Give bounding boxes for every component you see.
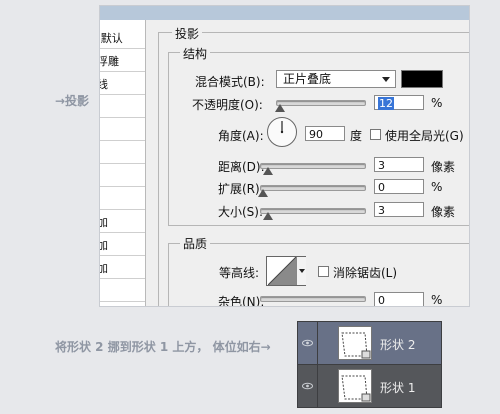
- layer-thumbnail: [338, 326, 372, 360]
- style-list-item[interactable]: 叠加: [100, 210, 145, 233]
- spread-slider-track[interactable]: [260, 185, 366, 191]
- style-list-item[interactable]: 光: [100, 164, 145, 187]
- shadow-color-swatch[interactable]: [401, 70, 443, 88]
- global-light-label: 使用全局光(G): [385, 129, 464, 143]
- shape-vector-icon: [341, 375, 371, 402]
- contour-label: 等高线:: [219, 266, 260, 280]
- visibility-toggle[interactable]: [298, 365, 318, 407]
- chevron-down-icon: [299, 269, 305, 273]
- layer-style-dialog: 面:默认 和浮雕 高线 理 影 光 叠加 叠加 叠加 投影 结构 混合模式(B)…: [100, 6, 469, 306]
- contour-dropdown[interactable]: [296, 257, 306, 285]
- layer-thumbnail: [338, 369, 372, 403]
- opacity-value: 12: [378, 97, 394, 110]
- spread-label: 扩展(R):: [218, 182, 264, 196]
- style-list-item[interactable]: [100, 118, 145, 141]
- style-list-item[interactable]: 理: [100, 95, 145, 118]
- opacity-label: 不透明度(O):: [192, 98, 263, 112]
- distance-label: 距离(D):: [218, 160, 265, 174]
- global-light-checkbox[interactable]: [370, 129, 381, 140]
- size-label: 大小(S):: [218, 205, 264, 219]
- angle-input[interactable]: 90: [305, 126, 345, 141]
- noise-slider-track[interactable]: [260, 296, 366, 302]
- style-list-item[interactable]: 面:默认: [100, 26, 145, 49]
- drop-shadow-title: 投影: [172, 25, 203, 42]
- style-list: 面:默认 和浮雕 高线 理 影 光 叠加 叠加 叠加: [100, 20, 146, 306]
- opacity-unit: %: [431, 96, 443, 110]
- style-list-item[interactable]: 影: [100, 141, 145, 164]
- distance-slider-track[interactable]: [260, 163, 366, 169]
- angle-unit: 度: [350, 129, 363, 143]
- distance-slider-thumb[interactable]: [263, 167, 273, 175]
- chevron-down-icon: [382, 77, 390, 82]
- distance-unit: 像素: [431, 160, 456, 174]
- antialias-checkbox[interactable]: [318, 266, 329, 277]
- eye-icon: [302, 339, 313, 347]
- style-list-item[interactable]: 叠加: [100, 256, 145, 279]
- style-list-item[interactable]: [100, 279, 145, 302]
- layers-panel: 形状 2 形状 1: [298, 322, 441, 407]
- angle-dial-icon: [267, 117, 297, 147]
- size-unit: 像素: [431, 205, 456, 219]
- angle-label: 角度(A):: [218, 129, 264, 143]
- size-input[interactable]: 3: [374, 202, 424, 217]
- layer-row-shape-1[interactable]: 形状 1: [298, 365, 441, 407]
- distance-input[interactable]: 3: [374, 157, 424, 172]
- angle-dial[interactable]: [266, 116, 298, 148]
- structure-legend: 结构: [180, 45, 211, 62]
- opacity-slider-thumb[interactable]: [275, 104, 285, 112]
- size-slider-thumb[interactable]: [263, 212, 273, 220]
- quality-legend: 品质: [180, 235, 211, 252]
- contour-curve-icon: [268, 257, 297, 285]
- layer-name: 形状 2: [380, 338, 416, 352]
- spread-unit: %: [431, 180, 443, 194]
- blend-mode-label: 混合模式(B):: [195, 75, 265, 89]
- style-list-item[interactable]: 高线: [100, 72, 145, 95]
- style-list-item[interactable]: 叠加: [100, 233, 145, 256]
- size-slider-track[interactable]: [260, 208, 366, 214]
- layer-row-shape-2[interactable]: 形状 2: [298, 322, 441, 365]
- contour-picker[interactable]: [266, 256, 306, 286]
- noise-input[interactable]: 0: [374, 292, 424, 306]
- instruction-caption: 将形状 2 挪到形状 1 上方， 体位如右→: [55, 340, 271, 354]
- opacity-slider-track[interactable]: [276, 100, 366, 106]
- layer-name: 形状 1: [380, 381, 416, 395]
- drop-shadow-caption: →投影: [55, 94, 90, 108]
- dialog-title-bar: [100, 6, 469, 20]
- blend-mode-select[interactable]: 正片叠底: [276, 70, 396, 88]
- blend-mode-value: 正片叠底: [283, 72, 332, 86]
- style-list-item[interactable]: [100, 187, 145, 210]
- antialias-label: 消除锯齿(L): [333, 266, 398, 280]
- visibility-toggle[interactable]: [298, 322, 318, 364]
- eye-icon: [302, 382, 313, 390]
- noise-label: 杂色(N):: [218, 295, 265, 306]
- style-list-item[interactable]: 和浮雕: [100, 49, 145, 72]
- spread-slider-thumb[interactable]: [258, 189, 268, 197]
- opacity-input[interactable]: 12: [374, 95, 424, 110]
- spread-input[interactable]: 0: [374, 179, 424, 194]
- noise-unit: %: [431, 293, 443, 306]
- shape-vector-icon: [341, 332, 371, 359]
